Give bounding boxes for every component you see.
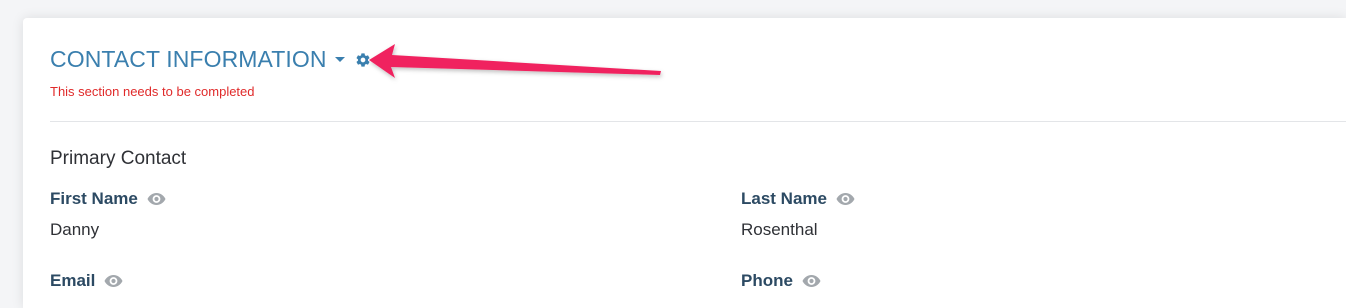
first-name-value: Danny [50,220,100,239]
section-incomplete-warning: This section needs to be completed [50,84,255,99]
phone-label: Phone [741,271,821,291]
gear-icon[interactable] [355,52,371,68]
eye-icon[interactable] [836,193,855,205]
contact-information-card: CONTACT INFORMATION This section needs t… [23,18,1346,308]
last-name-value: Rosenthal [741,220,818,239]
last-name-label: Last Name [741,189,855,209]
phone-label-text: Phone [741,271,793,290]
section-header: CONTACT INFORMATION [50,46,371,73]
section-title[interactable]: CONTACT INFORMATION [50,46,327,73]
eye-icon[interactable] [147,193,166,205]
primary-contact-heading: Primary Contact [50,148,187,169]
eye-icon[interactable] [802,275,821,287]
first-name-label-text: First Name [50,189,138,208]
email-label: Email [50,271,123,291]
last-name-label-text: Last Name [741,189,827,208]
email-label-text: Email [50,271,96,290]
first-name-label: First Name [50,189,166,209]
section-divider [50,121,1346,122]
chevron-down-icon[interactable] [334,57,345,62]
eye-icon[interactable] [104,275,123,287]
